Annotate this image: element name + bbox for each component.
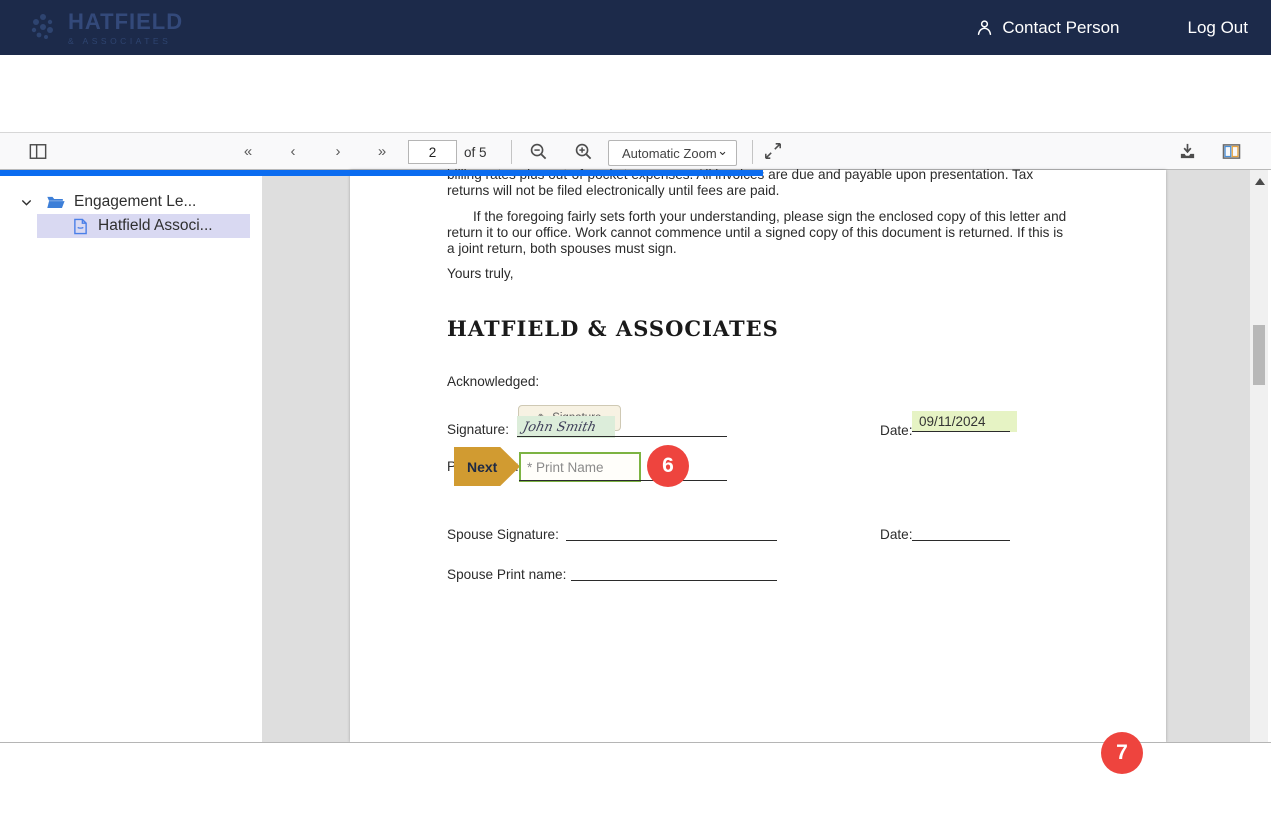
logo-title: HATFIELD: [68, 9, 184, 34]
signature-label: Signature:: [447, 422, 509, 437]
chevron-down-icon[interactable]: [20, 196, 33, 209]
step-6-annotation: 6: [647, 445, 689, 487]
download-icon[interactable]: [1175, 133, 1199, 169]
footer-bar: Decline Done: [0, 742, 1271, 818]
spouse-signature-underline: [566, 523, 777, 541]
log-out-button[interactable]: Log Out: [1188, 18, 1249, 38]
toolbar-divider: [511, 140, 512, 164]
step-7-annotation: 7: [1101, 732, 1143, 774]
closing-line: Yours truly,: [447, 266, 514, 281]
last-page-button[interactable]: »: [370, 133, 394, 169]
acknowledged-label: Acknowledged:: [447, 374, 540, 389]
top-header: HATFIELD & ASSOCIATES Contact Person Log…: [0, 0, 1271, 55]
person-icon: [975, 18, 994, 37]
toolbar-divider: [752, 140, 753, 164]
signature-underline: [517, 419, 727, 437]
sidebar-item-label: Engagement Le...: [74, 193, 197, 210]
logo-subtitle: & ASSOCIATES: [68, 36, 172, 46]
zoom-out-icon[interactable]: [526, 133, 550, 169]
scroll-up-arrow-icon[interactable]: [1255, 178, 1265, 185]
zoom-level-select[interactable]: Automatic Zoom ⌄: [608, 140, 737, 166]
chevron-down-icon: ⌄: [717, 142, 728, 158]
scrollbar-thumb[interactable]: [1253, 325, 1265, 385]
view-toggle-icon[interactable]: [1219, 133, 1243, 169]
app-window: HATFIELD & ASSOCIATES Contact Person Log…: [0, 0, 1271, 818]
next-page-button[interactable]: ›: [326, 133, 350, 169]
document-paragraph: If the foregoing fairly sets forth your …: [447, 209, 1067, 257]
page-number-input[interactable]: [408, 140, 457, 164]
sidebar-item-engagement-letter[interactable]: Engagement Le...: [0, 190, 262, 214]
viewer-scrollbar[interactable]: [1250, 170, 1268, 742]
pdf-toolbar: « ‹ › » of 5 Automatic Zoom ⌄: [0, 132, 1271, 170]
previous-page-button[interactable]: ‹: [281, 133, 305, 169]
next-tag-label: Next: [467, 458, 498, 475]
spouse-date-label: Date:: [880, 527, 913, 542]
contact-person-button[interactable]: Contact Person: [975, 17, 1120, 38]
pdf-file-icon: [73, 218, 88, 235]
company-logo: HATFIELD & ASSOCIATES: [26, 9, 183, 46]
presentation-mode-icon[interactable]: [761, 133, 785, 169]
sidebar-toggle-icon[interactable]: [26, 133, 50, 169]
open-folder-icon: [46, 194, 65, 210]
logo-mark-icon: [26, 11, 60, 45]
print-name-underline: [519, 463, 727, 481]
company-name-heading: HATFIELD & ASSOCIATES: [447, 316, 779, 341]
date-label: Date:: [880, 423, 913, 438]
action-bar: Delegate: [0, 55, 1271, 173]
spouse-print-underline: [571, 563, 777, 581]
spouse-date-underline: [912, 523, 1010, 541]
page-count-label: of 5: [464, 144, 487, 160]
date-underline: [912, 414, 1010, 432]
spouse-signature-label: Spouse Signature:: [447, 527, 559, 542]
sidebar-item-label: Hatfield Associ...: [98, 217, 213, 234]
document-tree-sidebar: Engagement Le... Hatfield Associ...: [0, 170, 262, 742]
zoom-level-value: Automatic Zoom: [622, 145, 717, 161]
first-page-button[interactable]: «: [236, 133, 260, 169]
spouse-print-name-label: Spouse Print name:: [447, 567, 567, 582]
loading-progress-bar: [0, 170, 763, 176]
sidebar-item-hatfield-pdf[interactable]: Hatfield Associ...: [37, 214, 250, 238]
zoom-in-icon[interactable]: [571, 133, 595, 169]
contact-person-label: Contact Person: [1002, 17, 1120, 37]
